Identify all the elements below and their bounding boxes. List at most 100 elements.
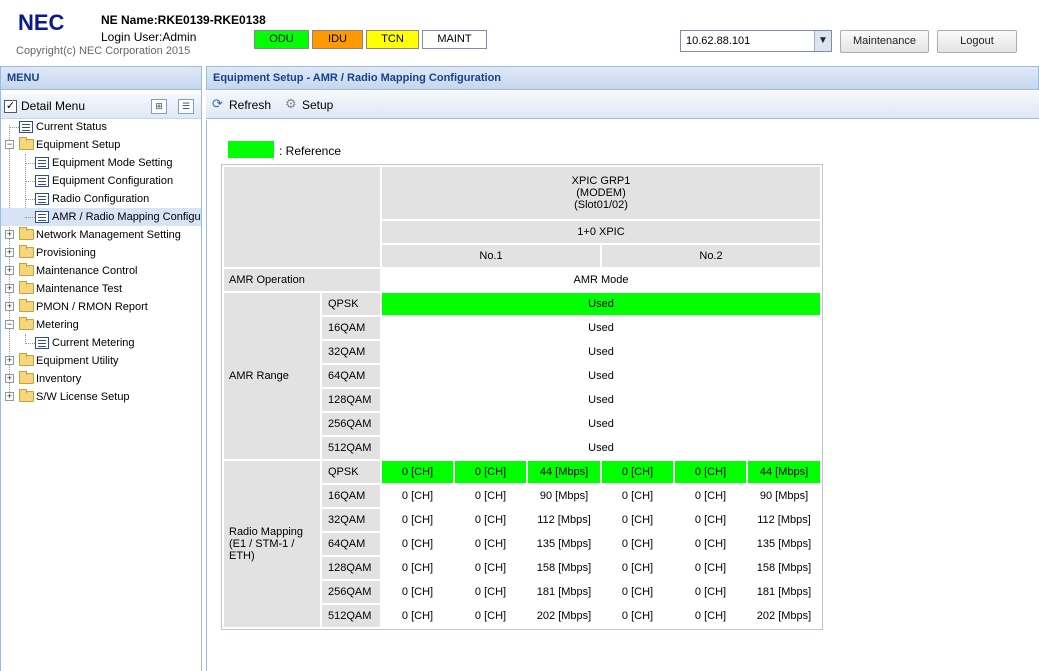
app-header: NEC Copyright(c) NEC Corporation 2015 NE… bbox=[0, 0, 1039, 64]
modulation-label: 64QAM bbox=[322, 365, 380, 387]
setup-button[interactable]: ⚙ Setup bbox=[285, 97, 333, 113]
amr-operation-value: AMR Mode bbox=[382, 269, 820, 291]
menu-item-label: Metering bbox=[36, 319, 79, 331]
status-maint-indicator[interactable]: MAINT bbox=[422, 30, 487, 49]
radio-mapping-cell: 181 [Mbps] bbox=[528, 581, 600, 603]
radio-mapping-cell: 44 [Mbps] bbox=[528, 461, 600, 483]
menu-item-label: Equipment Configuration bbox=[52, 175, 174, 187]
menu-item-label: Equipment Utility bbox=[36, 355, 119, 367]
radio-mapping-cell: 0 [CH] bbox=[382, 605, 453, 627]
ne-ip-select[interactable]: 10.62.88.101 ▼ bbox=[680, 30, 832, 52]
menu-item-label: Maintenance Test bbox=[36, 283, 123, 295]
page-icon bbox=[35, 193, 49, 205]
expand-icon[interactable]: + bbox=[5, 392, 14, 401]
radio-mapping-cell: 112 [Mbps] bbox=[528, 509, 600, 531]
menu-item-sw-license-setup[interactable]: + S/W License Setup bbox=[1, 388, 201, 406]
refresh-label: Refresh bbox=[229, 98, 272, 112]
modulation-label: 64QAM bbox=[322, 533, 380, 555]
main-toolbar: ⟳ Refresh ⚙ Setup bbox=[206, 91, 1039, 119]
maintenance-button[interactable]: Maintenance bbox=[840, 30, 929, 53]
modulation-label: 128QAM bbox=[322, 389, 380, 411]
radio-mapping-row: Radio Mapping (E1 / STM-1 / ETH) QPSK 0 [CH… bbox=[224, 461, 820, 627]
menu-item-equipment-utility[interactable]: + Equipment Utility bbox=[1, 352, 201, 370]
modulation-label: QPSK bbox=[322, 461, 380, 483]
login-user-label: Login User:Admin bbox=[101, 30, 197, 44]
menu-item-radio-configuration[interactable]: Radio Configuration bbox=[1, 190, 201, 208]
radio-mapping-cell: 0 [CH] bbox=[455, 485, 526, 507]
menu-item-pmon-rmon-report[interactable]: + PMON / RMON Report bbox=[1, 298, 201, 316]
expand-icon[interactable]: + bbox=[5, 248, 14, 257]
radio-mapping-cell: 90 [Mbps] bbox=[748, 485, 820, 507]
expand-icon[interactable]: + bbox=[5, 266, 14, 275]
radio-mapping-cell: 158 [Mbps] bbox=[528, 557, 600, 579]
ne-name-label: NE Name:RKE0139-RKE0138 bbox=[101, 13, 266, 27]
modulation-label: 512QAM bbox=[322, 437, 380, 459]
menu-item-equipment-mode-setting[interactable]: Equipment Mode Setting bbox=[1, 154, 201, 172]
menu-item-label: Inventory bbox=[36, 373, 82, 385]
radio-mapping-cell: 202 [Mbps] bbox=[528, 605, 600, 627]
collapse-icon[interactable]: − bbox=[5, 320, 14, 329]
menu-item-inventory[interactable]: + Inventory bbox=[1, 370, 201, 388]
amr-range-row: AMR Range QPSK Used bbox=[224, 293, 820, 459]
detail-menu-checkbox[interactable]: ✓ bbox=[4, 100, 17, 113]
radio-mapping-cell: 44 [Mbps] bbox=[748, 461, 820, 483]
status-idu-indicator[interactable]: IDU bbox=[312, 30, 363, 49]
menu-item-current-metering[interactable]: Current Metering bbox=[1, 334, 201, 352]
chevron-down-icon[interactable]: ▼ bbox=[814, 31, 831, 51]
menu-item-network-management-setting[interactable]: + Network Management Setting bbox=[1, 226, 201, 244]
radio-mapping-cell: 0 [CH] bbox=[382, 509, 453, 531]
logout-button[interactable]: Logout bbox=[937, 30, 1017, 53]
modulation-label: 512QAM bbox=[322, 605, 380, 627]
status-odu-indicator[interactable]: ODU bbox=[254, 30, 309, 49]
radio-mapping-cell: 0 [CH] bbox=[455, 509, 526, 531]
reference-label: : Reference bbox=[279, 144, 342, 158]
expand-icon[interactable]: + bbox=[5, 284, 14, 293]
modulation-label: 16QAM bbox=[322, 317, 380, 339]
radio-mapping-cell: 0 [CH] bbox=[675, 581, 746, 603]
menu-item-maintenance-test[interactable]: + Maintenance Test bbox=[1, 280, 201, 298]
menu-item-current-status[interactable]: Current Status bbox=[1, 118, 201, 136]
menu-item-label: Equipment Mode Setting bbox=[52, 157, 173, 169]
radio-mapping-cell: 0 [CH] bbox=[675, 557, 746, 579]
menu-item-label: Current Status bbox=[36, 121, 107, 133]
menu-item-metering[interactable]: − Metering bbox=[1, 316, 201, 334]
status-tcn-indicator[interactable]: TCN bbox=[366, 30, 419, 49]
menu-item-equipment-setup[interactable]: − Equipment Setup bbox=[1, 136, 201, 154]
radio-mapping-section: Radio Mapping (E1 / STM-1 / ETH) QPSK 0 [CH… bbox=[224, 461, 820, 627]
setup-label: Setup bbox=[302, 98, 334, 112]
collapse-all-icon[interactable]: ☰ bbox=[178, 99, 194, 114]
menu-item-equipment-configuration[interactable]: Equipment Configuration bbox=[1, 172, 201, 190]
menu-item-label: Maintenance Control bbox=[36, 265, 138, 277]
refresh-button[interactable]: ⟳ Refresh bbox=[212, 97, 271, 113]
ne-ip-value: 10.62.88.101 bbox=[686, 35, 751, 47]
collapse-icon[interactable]: − bbox=[5, 140, 14, 149]
copyright-text: Copyright(c) NEC Corporation 2015 bbox=[16, 45, 191, 57]
menu-item-label: Provisioning bbox=[36, 247, 96, 259]
radio-mapping-cell: 0 [CH] bbox=[382, 557, 453, 579]
radio-mapping-cell: 158 [Mbps] bbox=[748, 557, 820, 579]
radio-mapping-cell: 90 [Mbps] bbox=[528, 485, 600, 507]
menu-item-maintenance-control[interactable]: + Maintenance Control bbox=[1, 262, 201, 280]
expand-icon[interactable]: + bbox=[5, 230, 14, 239]
folder-open-icon bbox=[19, 317, 34, 330]
radio-mapping-cell: 0 [CH] bbox=[382, 461, 453, 483]
menu-item-provisioning[interactable]: + Provisioning bbox=[1, 244, 201, 262]
menu-item-amr-radio-mapping[interactable]: AMR / Radio Mapping Configura bbox=[1, 208, 201, 226]
expand-icon[interactable]: + bbox=[5, 374, 14, 383]
page-icon bbox=[35, 211, 49, 223]
page-title: Equipment Setup - AMR / Radio Mapping Co… bbox=[206, 66, 1039, 90]
radio-mapping-cell: 112 [Mbps] bbox=[748, 509, 820, 531]
modulation-label: 256QAM bbox=[322, 413, 380, 435]
expand-all-icon[interactable]: ⊞ bbox=[151, 99, 167, 114]
page-icon bbox=[19, 121, 33, 133]
group-header-line1: XPIC GRP1 bbox=[571, 175, 631, 187]
folder-icon bbox=[19, 281, 34, 294]
expand-icon[interactable]: + bbox=[5, 356, 14, 365]
radio-mapping-cell: 0 [CH] bbox=[675, 461, 746, 483]
radio-mapping-cell: 181 [Mbps] bbox=[748, 581, 820, 603]
detail-menu-label: Detail Menu bbox=[21, 99, 86, 113]
amr-range-value: Used bbox=[382, 389, 820, 411]
menu-item-label: Current Metering bbox=[52, 337, 135, 349]
expand-icon[interactable]: + bbox=[5, 302, 14, 311]
detail-menu-bar: ✓ Detail Menu ⊞ ☰ bbox=[1, 94, 201, 119]
